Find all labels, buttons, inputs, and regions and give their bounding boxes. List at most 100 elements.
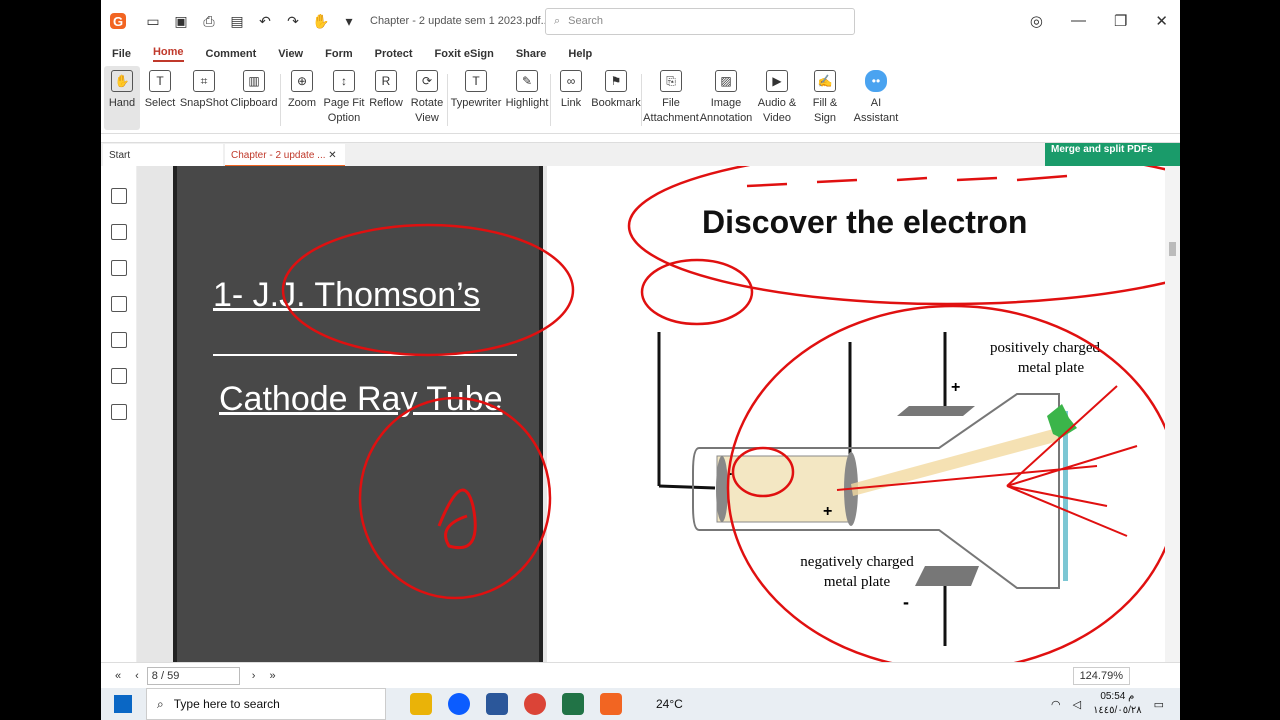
taskbar-search-box[interactable]: ⌕ Type here to search: [146, 688, 386, 720]
page-number-field[interactable]: 8 / 59: [146, 666, 240, 685]
clipboard-button[interactable]: ▥ Clipboard: [228, 66, 280, 130]
foxit-logo-icon: G: [110, 13, 126, 29]
customize-dropdown-icon[interactable]: ▾: [340, 13, 358, 30]
close-tab-icon[interactable]: ✕: [328, 150, 336, 161]
ink-circle-cathode: [731, 446, 795, 498]
attachments-icon[interactable]: [110, 332, 127, 348]
open-icon[interactable]: ▭: [144, 13, 162, 30]
reflow-icon: R: [375, 70, 397, 92]
windows-start-icon[interactable]: [114, 695, 132, 713]
ink-small-loop: [640, 258, 754, 326]
image-annotation-button[interactable]: ▨ Image Annotation: [700, 66, 752, 130]
system-tray: ◠ ◁ 05:54 م ١٤٤٥/٠٥/٢٨ ▭: [1051, 690, 1164, 718]
print-icon[interactable]: ⎙: [200, 13, 218, 30]
account-icon[interactable]: ◎: [1030, 12, 1043, 30]
reflow-label: Reflow: [369, 97, 403, 109]
zoom-app-icon[interactable]: [448, 693, 470, 715]
excel-icon[interactable]: [562, 693, 584, 715]
menu-comment[interactable]: Comment: [206, 48, 257, 60]
redo-icon[interactable]: ↷: [284, 13, 302, 30]
bookmarks-icon[interactable]: [110, 188, 127, 204]
rotate-icon: ⟳: [416, 70, 438, 92]
tab-document[interactable]: Chapter - 2 update ... ✕: [225, 144, 345, 167]
save-icon[interactable]: ▣: [172, 13, 190, 30]
search-input[interactable]: ⌕ Search: [545, 7, 855, 35]
ink-rays: [836, 385, 1138, 537]
file-explorer-icon[interactable]: [410, 693, 432, 715]
menu-home[interactable]: Home: [152, 46, 184, 62]
select-button[interactable]: T Select: [140, 66, 180, 130]
word-icon[interactable]: [486, 693, 508, 715]
highlight-label: Highlight: [505, 97, 549, 109]
prev-page-icon[interactable]: ‹: [135, 670, 139, 682]
search-placeholder: Search: [568, 15, 604, 27]
zoom-button[interactable]: ⊕ Zoom: [281, 66, 323, 130]
last-page-icon[interactable]: »: [269, 670, 275, 682]
file-attachment-button[interactable]: ⎘ File Attachment: [642, 66, 700, 130]
snapshot-button[interactable]: ⌗ SnapShot: [180, 66, 228, 130]
zoom-icon: ⊕: [291, 70, 313, 92]
properties-icon[interactable]: ▤: [228, 13, 246, 30]
snapshot-label: SnapShot: [179, 97, 229, 109]
fill-sign-icon: ✍: [814, 70, 836, 92]
link-label: Link: [560, 97, 582, 109]
zoom-label: Zoom: [287, 97, 317, 109]
rotate-label: Rotate View: [410, 97, 444, 124]
page-fit-label: Page Fit Option: [323, 97, 365, 124]
security-icon[interactable]: [110, 368, 127, 384]
volume-icon[interactable]: ◁: [1073, 698, 1081, 711]
signatures-icon[interactable]: [110, 404, 127, 420]
close-icon[interactable]: ✕: [1155, 12, 1168, 30]
audio-video-button[interactable]: ▶ Audio & Video: [752, 66, 802, 130]
document-view[interactable]: 1- J.J. Thomson’s Cathode Ray Tube Disco…: [137, 166, 1165, 662]
merge-split-promo[interactable]: Merge and split PDFs: [1045, 143, 1180, 168]
layers-icon[interactable]: [110, 296, 127, 312]
audio-video-icon: ▶: [766, 70, 788, 92]
ai-assistant-label: AI Assistant: [853, 97, 899, 124]
clock[interactable]: 05:54 م ١٤٤٥/٠٥/٢٨: [1093, 690, 1142, 718]
minimize-icon[interactable]: —: [1071, 12, 1086, 30]
menu-file[interactable]: File: [112, 48, 131, 60]
menu-protect[interactable]: Protect: [375, 48, 413, 60]
typewriter-button[interactable]: T Typewriter: [448, 66, 504, 130]
menu-share[interactable]: Share: [516, 48, 547, 60]
menu-foxit-esign[interactable]: Foxit eSign: [435, 48, 494, 60]
notifications-icon[interactable]: ▭: [1154, 698, 1164, 711]
title-bar: G ▭ ▣ ⎙ ▤ ↶ ↷ ✋ ▾ Chapter - 2 update sem…: [101, 0, 1180, 42]
menu-help[interactable]: Help: [568, 48, 592, 60]
restore-icon[interactable]: ❐: [1114, 12, 1127, 30]
menu-bar: File Home Comment View Form Protect Foxi…: [101, 42, 1180, 66]
vertical-scrollbar[interactable]: [1165, 166, 1180, 662]
typewriter-label: Typewriter: [450, 97, 502, 109]
wifi-icon[interactable]: ◠: [1051, 698, 1061, 711]
hand-label: Hand: [108, 97, 136, 109]
highlight-icon: ✎: [516, 70, 538, 92]
rotate-view-button[interactable]: ⟳ Rotate View: [407, 66, 447, 130]
link-button[interactable]: ∞ Link: [551, 66, 591, 130]
reflow-button[interactable]: R Reflow: [365, 66, 407, 130]
foxit-taskbar-icon[interactable]: [600, 693, 622, 715]
page-fit-option-button[interactable]: ↕ Page Fit Option: [323, 66, 365, 130]
weather-widget[interactable]: 24°C: [656, 697, 683, 711]
zoom-level-field[interactable]: 124.79%: [1072, 666, 1130, 685]
hand-icon: ✋: [111, 70, 133, 92]
comments-icon[interactable]: [110, 260, 127, 276]
file-attachment-label: File Attachment: [643, 97, 699, 124]
scroll-thumb[interactable]: [1169, 242, 1176, 256]
undo-icon[interactable]: ↶: [256, 13, 274, 30]
pages-icon[interactable]: [110, 224, 127, 240]
page-fit-icon: ↕: [333, 70, 355, 92]
fill-sign-button[interactable]: ✍ Fill & Sign: [802, 66, 848, 130]
document-title: Chapter - 2 update sem 1 2023.pdf...: [370, 15, 545, 27]
hand-button[interactable]: ✋ Hand: [104, 66, 140, 130]
highlight-button[interactable]: ✎ Highlight: [504, 66, 550, 130]
menu-view[interactable]: View: [278, 48, 303, 60]
tab-start[interactable]: Start: [103, 144, 223, 167]
chrome-icon[interactable]: [524, 693, 546, 715]
menu-form[interactable]: Form: [325, 48, 353, 60]
bookmark-button[interactable]: ⚑ Bookmark: [591, 66, 641, 130]
next-page-icon[interactable]: ›: [252, 670, 256, 682]
first-page-icon[interactable]: «: [115, 670, 121, 682]
hand-tool-icon[interactable]: ✋: [312, 13, 330, 30]
ai-assistant-button[interactable]: •• AI Assistant: [848, 66, 904, 130]
